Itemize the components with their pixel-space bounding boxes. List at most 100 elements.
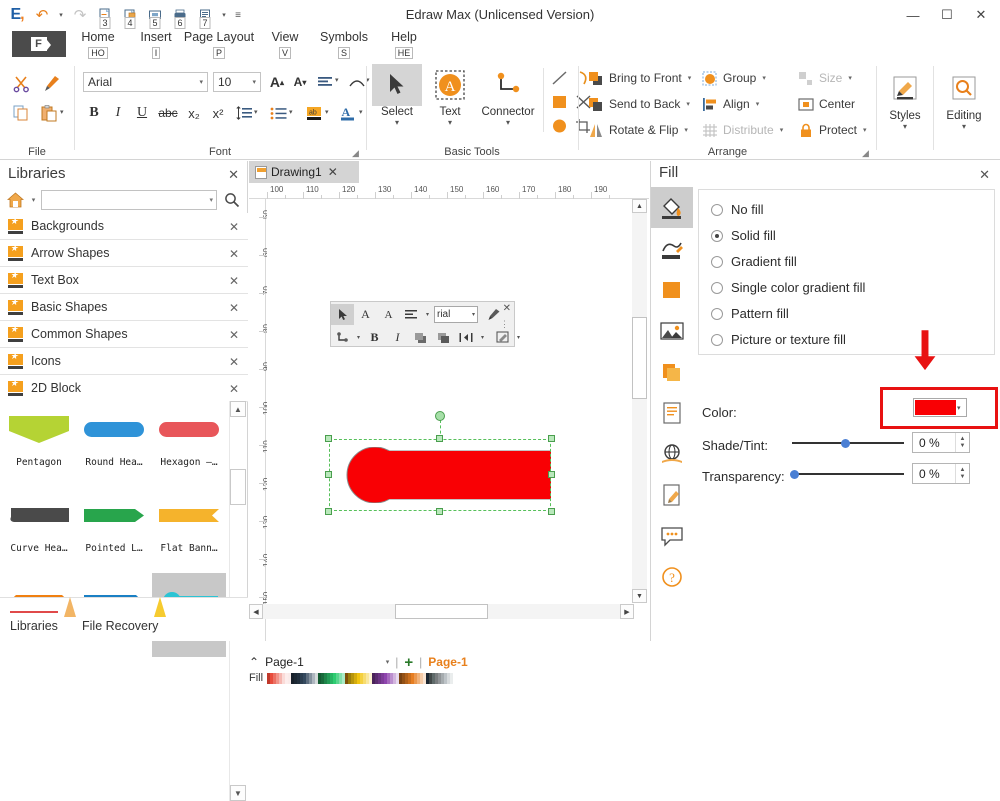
styles-dropdown-icon[interactable]: ▾ xyxy=(880,123,930,131)
line-spacing-button[interactable] xyxy=(233,102,255,124)
mini-align-distribute-icon[interactable] xyxy=(455,327,478,348)
shade-tint-input[interactable]: 0 % ▲▼ xyxy=(912,432,970,453)
resize-handle-e[interactable] xyxy=(548,471,555,478)
shadow-icon[interactable] xyxy=(651,269,693,310)
mini-toolbar-close-icon[interactable]: ✕ xyxy=(503,303,511,314)
center-button[interactable]: Center xyxy=(798,94,855,114)
rectangle-tool-button[interactable] xyxy=(549,92,571,112)
mini-shrink-font-icon[interactable]: A xyxy=(377,304,400,325)
radio-picture-or-texture-fill[interactable]: Picture or texture fill xyxy=(711,332,846,347)
help-icon[interactable]: ? xyxy=(651,556,693,597)
undo-button[interactable]: ↶ xyxy=(31,4,53,26)
document-icon[interactable] xyxy=(651,392,693,433)
text-tool-button[interactable]: A Text ▾ xyxy=(425,64,475,127)
select-tool-button[interactable]: Select ▾ xyxy=(372,64,422,127)
align-text-button[interactable] xyxy=(315,72,335,92)
gallery-scroll-down-button[interactable]: ▼ xyxy=(230,785,246,801)
page-selector-value[interactable]: Page-1 xyxy=(265,655,304,669)
mini-grow-font-icon[interactable]: A xyxy=(354,304,377,325)
tab-help[interactable]: Help HE xyxy=(380,30,428,60)
canvas-scroll-up-button[interactable]: ▲ xyxy=(632,199,647,213)
new-document-button[interactable]: 3 xyxy=(94,4,116,26)
globe-icon[interactable] xyxy=(651,433,693,474)
close-icon[interactable]: ✕ xyxy=(229,247,239,261)
gallery-item-flat-banner-1[interactable]: Flat Bann… xyxy=(152,487,226,571)
libraries-panel-close-icon[interactable]: ✕ xyxy=(228,167,239,183)
align-button[interactable]: Align ▾ xyxy=(702,94,759,114)
close-icon[interactable]: ✕ xyxy=(229,355,239,369)
editing-button[interactable]: Editing ▾ xyxy=(939,68,989,131)
resize-handle-ne[interactable] xyxy=(548,435,555,442)
resize-handle-nw[interactable] xyxy=(325,435,332,442)
strikethrough-button[interactable]: abc xyxy=(155,102,181,124)
gallery-item-round-header[interactable]: Round Hea… xyxy=(77,401,151,485)
minimize-button[interactable]: — xyxy=(896,2,930,28)
page-tab-page-1[interactable]: Page-1 xyxy=(428,655,467,669)
redo-button[interactable]: ↷ xyxy=(69,4,91,26)
radio-pattern-fill[interactable]: Pattern fill xyxy=(711,306,789,321)
edit-page-icon[interactable] xyxy=(651,474,693,515)
gallery-item-pentagon[interactable]: Pentagon xyxy=(2,401,76,485)
gallery-item-hexagon[interactable]: Hexagon —… xyxy=(152,401,226,485)
slider-knob[interactable] xyxy=(790,470,799,479)
close-icon[interactable]: ✕ xyxy=(229,328,239,342)
mini-font-family-input[interactable]: rial ▾ xyxy=(434,306,478,323)
library-search-input[interactable]: ▾ xyxy=(41,190,217,210)
fill-swatch[interactable] xyxy=(450,673,453,684)
chevron-down-icon[interactable]: ▾ xyxy=(199,78,203,86)
fill-palette[interactable] xyxy=(267,673,453,684)
chevron-down-icon[interactable]: ▾ xyxy=(209,196,213,204)
cut-button[interactable] xyxy=(10,72,32,94)
fill-color-swatch-button[interactable]: ▾ xyxy=(913,398,967,417)
list-dropdown-icon[interactable]: ▾ xyxy=(219,4,229,26)
grow-font-button[interactable]: A▴ xyxy=(267,72,287,92)
resize-handle-n[interactable] xyxy=(436,435,443,442)
protect-button[interactable]: Protect ▾ xyxy=(798,120,867,140)
mini-align-icon[interactable] xyxy=(400,304,423,325)
mini-connector-icon[interactable] xyxy=(331,327,354,348)
close-icon[interactable]: ✕ xyxy=(229,220,239,234)
document-tab-drawing1[interactable]: Drawing1 ✕ xyxy=(249,161,359,183)
line-icon[interactable] xyxy=(651,228,693,269)
mini-send-back-icon[interactable] xyxy=(432,327,455,348)
undo-dropdown-icon[interactable]: ▾ xyxy=(56,4,66,26)
file-menu-button[interactable]: F xyxy=(12,31,66,57)
gallery-item-pointed-label[interactable]: Pointed L… xyxy=(77,487,151,571)
transparency-input[interactable]: 0 % ▲▼ xyxy=(912,463,970,484)
close-button[interactable]: ✕ xyxy=(964,2,998,28)
gallery-item-curve-header[interactable]: Curve Hea… xyxy=(2,487,76,571)
sidebar-item-icons[interactable]: Icons ✕ xyxy=(0,348,248,375)
radio-solid-fill[interactable]: Solid fill xyxy=(711,228,776,243)
ellipse-tool-button[interactable] xyxy=(549,116,571,136)
sidebar-item-arrow-shapes[interactable]: Arrow Shapes ✕ xyxy=(0,240,248,267)
fill-icon[interactable] xyxy=(651,187,693,228)
bullets-button[interactable] xyxy=(267,102,289,124)
connector-tool-button[interactable]: Connector ▾ xyxy=(475,64,541,127)
underline-button[interactable]: U xyxy=(131,102,153,124)
fill-panel-close-icon[interactable]: ✕ xyxy=(979,167,990,183)
gallery-scroll-up-button[interactable]: ▲ xyxy=(230,401,246,417)
font-size-input[interactable]: 10 ▾ xyxy=(213,72,261,92)
mini-bring-front-icon[interactable] xyxy=(409,327,432,348)
collapse-pages-icon[interactable]: ⌃ xyxy=(249,655,259,669)
canvas-scroll-down-button[interactable]: ▼ xyxy=(632,589,647,603)
canvas-vertical-scroll-thumb[interactable] xyxy=(632,317,647,399)
align-dropdown-icon[interactable]: ▾ xyxy=(335,76,339,84)
italic-button[interactable]: I xyxy=(107,102,129,124)
search-icon[interactable] xyxy=(220,189,244,211)
bring-to-front-button[interactable]: Bring to Front ▾ xyxy=(588,68,691,88)
spinner-arrows[interactable]: ▲▼ xyxy=(955,433,969,452)
picture-icon[interactable] xyxy=(651,310,693,351)
canvas-scroll-left-button[interactable]: ◀ xyxy=(249,604,263,619)
sidebar-item-common-shapes[interactable]: Common Shapes ✕ xyxy=(0,321,248,348)
mini-fill-color-icon[interactable] xyxy=(491,327,514,348)
highlight-color-button[interactable]: ab xyxy=(303,102,325,124)
home-icon[interactable] xyxy=(4,190,26,210)
font-dialog-launcher[interactable]: ◢ xyxy=(352,148,361,157)
tab-insert[interactable]: Insert I xyxy=(128,30,184,60)
list-button[interactable]: 7 xyxy=(194,4,216,26)
text-dropdown-icon[interactable]: ▾ xyxy=(425,119,475,127)
bullets-dropdown-icon[interactable]: ▾ xyxy=(289,108,293,116)
drawing-canvas[interactable] xyxy=(267,199,632,621)
tab-home[interactable]: Home HO xyxy=(70,30,126,60)
